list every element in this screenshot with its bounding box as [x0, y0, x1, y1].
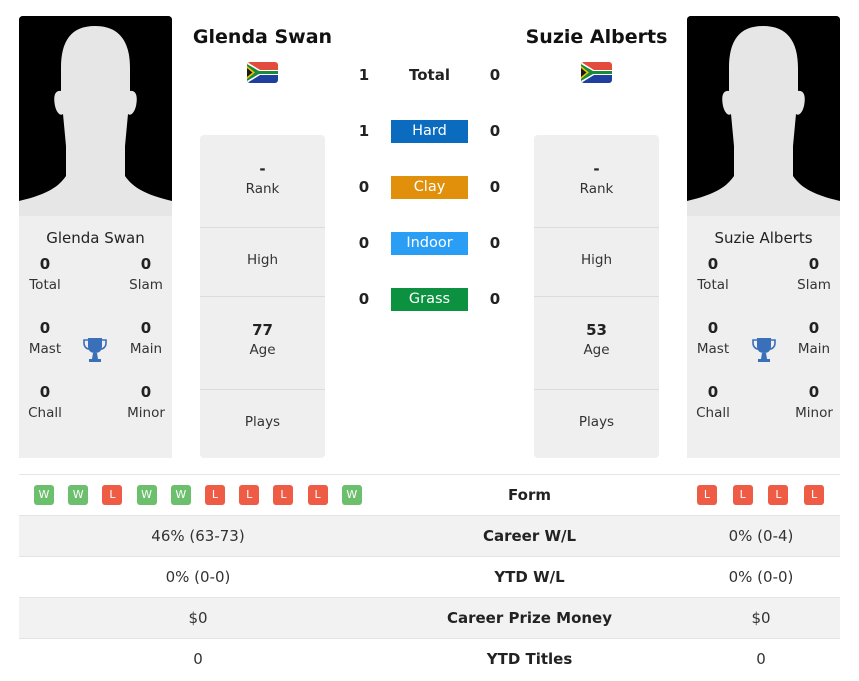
player1-titles-card: Glenda Swan 0 Total 0 Slam 0 Mast 0 Main… [19, 216, 172, 458]
player2-titles-card: Suzie Alberts 0 Total 0 Slam 0 Mast 0 Ma… [687, 216, 840, 458]
ytd-wl-label: YTD W/L [494, 568, 565, 586]
surface-grass-badge: Grass [391, 288, 468, 311]
silhouette-icon [19, 16, 172, 216]
comparison-row-career-wl: 46% (63-73) Career W/L 0% (0-4) [19, 515, 840, 556]
form-label: Form [508, 486, 551, 504]
player1-ytd-titles: 0 [193, 650, 203, 668]
career-wl-label: Career W/L [482, 527, 577, 545]
player1-name-heading[interactable]: Glenda Swan [172, 26, 353, 48]
player2-ytd-wl: 0% (0-0) [728, 568, 794, 586]
player1-high: High [200, 228, 325, 297]
form-badge-loss[interactable]: L [273, 485, 294, 505]
player1-title-minor: 0 Minor [127, 383, 165, 421]
form-badge-win[interactable]: W [341, 485, 362, 505]
player2-career-wl: 0% (0-4) [728, 527, 794, 545]
player1-title-mast: 0 Mast [28, 319, 62, 357]
comparison-row-prize-money: $0 Career Prize Money $0 [19, 597, 840, 638]
h2h-hard-p2: 0 [489, 122, 501, 140]
h2h-total-label: Total [409, 66, 450, 84]
player1-age: 77 Age [200, 297, 325, 390]
player2-title-main: 0 Main [797, 319, 831, 357]
h2h-clay-p2: 0 [489, 178, 501, 196]
surface-indoor-badge: Indoor [391, 232, 468, 255]
comparison-row-ytd-titles: 0 YTD Titles 0 [19, 638, 840, 679]
player1-plays: Plays [244, 414, 281, 430]
form-badge-loss[interactable]: L [102, 485, 123, 505]
surface-clay-badge: Clay [391, 176, 468, 199]
player2-ytd-titles: 0 [756, 650, 766, 668]
player2-title-minor: 0 Minor [795, 383, 833, 421]
form-badge-loss[interactable]: L [804, 485, 825, 505]
h2h-grass-p1: 0 [358, 290, 370, 308]
player1-rank: - Rank [200, 135, 325, 228]
form-badge-loss[interactable]: L [697, 485, 717, 505]
player2-title-chall: 0 Chall [696, 383, 730, 421]
form-badge-loss[interactable]: L [205, 485, 225, 505]
player2-age: 53 Age [534, 297, 659, 390]
player2-plays: Plays [578, 414, 615, 430]
player1-title-slam: 0 Slam [129, 255, 163, 293]
south-africa-flag-icon [581, 62, 612, 83]
player1-prize-money: $0 [188, 609, 208, 627]
form-row: WWLWWLLLLW Form LLLL [19, 474, 840, 515]
comparison-row-ytd-wl: 0% (0-0) YTD W/L 0% (0-0) [19, 556, 840, 597]
trophy-icon [83, 338, 107, 362]
h2h-indoor-p1: 0 [358, 234, 370, 252]
h2h-indoor-p2: 0 [489, 234, 501, 252]
h2h-hard-p1: 1 [358, 122, 370, 140]
player2-prize-money: $0 [751, 609, 771, 627]
form-badge-loss[interactable]: L [307, 485, 328, 505]
h2h-clay-p1: 0 [358, 178, 370, 196]
player2-title-mast: 0 Mast [696, 319, 730, 357]
player1-card-name: Glenda Swan [46, 229, 145, 247]
player2-title-slam: 0 Slam [797, 255, 831, 293]
player1-title-chall: 0 Chall [28, 383, 62, 421]
player2-title-total: 0 Total [697, 255, 729, 293]
surface-hard-badge: Hard [391, 120, 468, 143]
form-badge-win[interactable]: W [136, 485, 157, 505]
player2-stats-card: - Rank High 53 Age Plays [534, 135, 659, 458]
player2-card-name: Suzie Alberts [714, 229, 813, 247]
player2-name-heading[interactable]: Suzie Alberts [506, 26, 687, 48]
h2h-grass-p2: 0 [489, 290, 501, 308]
player1-ytd-wl: 0% (0-0) [165, 568, 231, 586]
player1-stats-card: - Rank High 77 Age Plays [200, 135, 325, 458]
form-badge-loss[interactable]: L [732, 485, 753, 505]
player1-photo [19, 16, 172, 216]
silhouette-icon [687, 16, 840, 216]
player2-photo [687, 16, 840, 216]
player2-rank: - Rank [534, 135, 659, 228]
form-badge-loss[interactable]: L [239, 485, 260, 505]
h2h-total-p1: 1 [358, 66, 370, 84]
form-badge-loss[interactable]: L [768, 485, 789, 505]
player1-title-total: 0 Total [29, 255, 61, 293]
south-africa-flag-icon [247, 62, 278, 83]
player1-title-main: 0 Main [129, 319, 163, 357]
player2-high: High [534, 228, 659, 297]
player1-career-wl: 46% (63-73) [151, 527, 245, 545]
trophy-icon [752, 338, 776, 362]
ytd-titles-label: YTD Titles [486, 650, 573, 668]
prize-money-label: Career Prize Money [446, 609, 612, 627]
form-badge-win[interactable]: W [170, 485, 191, 505]
h2h-total-p2: 0 [489, 66, 501, 84]
form-badge-win[interactable]: W [34, 485, 54, 505]
form-badge-win[interactable]: W [68, 485, 89, 505]
